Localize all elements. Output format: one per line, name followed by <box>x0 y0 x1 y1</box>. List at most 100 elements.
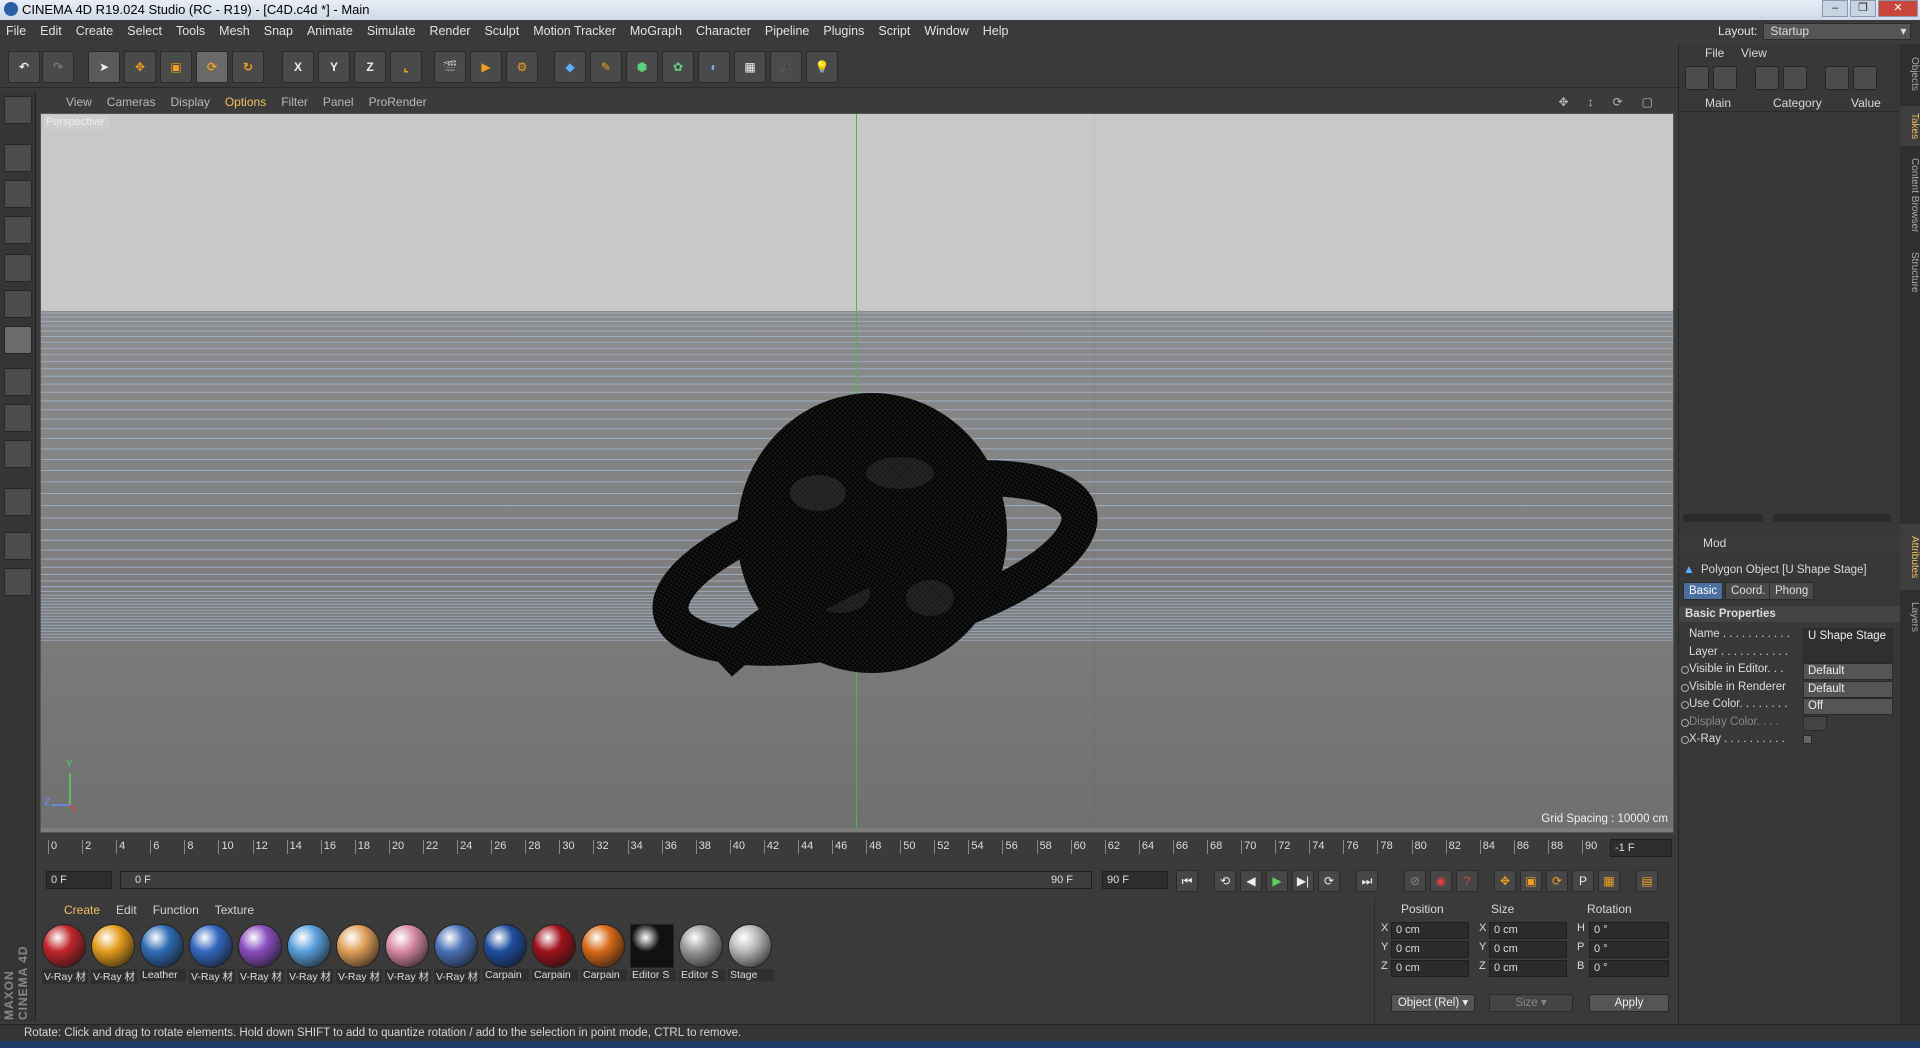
model-mode-icon[interactable] <box>4 144 32 172</box>
viewport-menu-cameras[interactable]: Cameras <box>107 95 156 109</box>
frame-range-slider[interactable]: 0 F 90 F <box>120 871 1092 889</box>
polygons-mode-icon[interactable] <box>4 326 32 354</box>
workplane-lock-icon[interactable] <box>4 532 32 560</box>
key-scale-icon[interactable]: ▣ <box>1520 870 1542 892</box>
side-tab-structure[interactable]: Structure <box>1900 244 1920 300</box>
previous-frame-icon[interactable]: ◀ <box>1240 870 1262 892</box>
make-editable-icon[interactable] <box>4 96 32 124</box>
attribute-dropdown[interactable]: Default <box>1803 680 1893 698</box>
material-menu-function[interactable]: Function <box>153 903 199 917</box>
viewport-menu-prorender[interactable]: ProRender <box>369 95 427 109</box>
menu-plugins[interactable]: Plugins <box>823 24 864 38</box>
size-mode-dropdown[interactable]: Size ▾ <box>1489 994 1573 1012</box>
tab-phong[interactable]: Phong <box>1769 582 1815 600</box>
menu-render[interactable]: Render <box>429 24 470 38</box>
scale-icon[interactable]: ▣ <box>160 51 192 83</box>
menu-edit[interactable]: Edit <box>40 24 62 38</box>
take-override-icon[interactable] <box>1713 66 1737 90</box>
menu-pipeline[interactable]: Pipeline <box>765 24 809 38</box>
redo-icon[interactable]: ↷ <box>42 51 74 83</box>
animate-radio-icon[interactable] <box>1681 683 1689 692</box>
menu-motion-tracker[interactable]: Motion Tracker <box>533 24 616 38</box>
rotation-field[interactable]: 0 ° <box>1589 941 1669 958</box>
timeline-ruler[interactable]: 0 2 4 6 8 10 12 14 16 18 20 22 24 26 28 30 32 34 36 38 40 42 4… <box>40 838 1674 858</box>
key-parameter-icon[interactable]: P <box>1572 870 1594 892</box>
material-menu-texture[interactable]: Texture <box>215 903 254 917</box>
menu-script[interactable]: Script <box>878 24 910 38</box>
magnet-icon[interactable] <box>4 488 32 516</box>
material-swatch[interactable]: V-Ray 材 <box>287 924 333 986</box>
maximize-view-icon[interactable]: ▢ <box>1642 95 1653 109</box>
animate-radio-icon[interactable] <box>1681 666 1689 674</box>
objects-menu-view[interactable]: View <box>1741 46 1767 60</box>
material-swatch[interactable]: V-Ray 材 <box>238 924 284 986</box>
key-pla-icon[interactable]: ▦ <box>1598 870 1620 892</box>
move-view-icon[interactable]: ✥ <box>1559 95 1569 109</box>
go-to-start-icon[interactable]: ⏮ <box>1176 870 1198 892</box>
material-menu-create[interactable]: Create <box>64 903 100 917</box>
go-to-end-icon[interactable]: ⏭ <box>1356 870 1378 892</box>
coordinate-system-icon[interactable]: ⌞ <box>390 51 422 83</box>
points-mode-icon[interactable] <box>4 254 32 282</box>
play-icon[interactable]: ▶ <box>1266 870 1288 892</box>
material-swatch[interactable]: V-Ray 材 <box>434 924 480 986</box>
material-swatch[interactable]: Carpain <box>532 924 578 986</box>
material-swatch[interactable]: Carpain <box>483 924 529 986</box>
maximize-icon[interactable]: ❐ <box>1850 0 1876 17</box>
menu-help[interactable]: Help <box>983 24 1009 38</box>
menu-character[interactable]: Character <box>696 24 751 38</box>
takes-scrollbar-right[interactable] <box>1773 514 1891 522</box>
axis-y-button[interactable]: Y <box>318 51 350 83</box>
menu-mograph[interactable]: MoGraph <box>630 24 682 38</box>
axis-z-button[interactable]: Z <box>354 51 386 83</box>
take-render-icon[interactable] <box>1825 66 1849 90</box>
material-swatch[interactable]: Editor S <box>679 924 725 986</box>
previous-key-icon[interactable]: ⟲ <box>1214 870 1236 892</box>
select-arrow-icon[interactable]: ➤ <box>88 51 120 83</box>
menu-animate[interactable]: Animate <box>307 24 353 38</box>
attribute-text-field[interactable] <box>1803 645 1893 663</box>
tweak-mode-icon[interactable] <box>4 404 32 432</box>
snap-s-icon[interactable] <box>4 440 32 468</box>
material-swatch[interactable]: Carpain <box>581 924 627 986</box>
side-tab-takes[interactable]: Takes <box>1900 106 1920 146</box>
menu-file[interactable]: File <box>6 24 26 38</box>
display-color-swatch[interactable] <box>1803 715 1827 731</box>
attribute-dropdown[interactable]: Off <box>1803 698 1893 715</box>
attributes-mode-menu[interactable]: Mod <box>1703 536 1726 550</box>
next-key-icon[interactable]: ⟳ <box>1318 870 1340 892</box>
animate-radio-icon[interactable] <box>1681 701 1689 709</box>
attribute-dropdown[interactable]: Default <box>1803 663 1893 680</box>
viewport-menu-options[interactable]: Options <box>225 95 266 109</box>
start-frame-field[interactable]: 0 F <box>46 871 112 889</box>
attribute-text-field[interactable]: U Shape Stage <box>1803 628 1893 645</box>
rotation-field[interactable]: 0 ° <box>1589 960 1669 977</box>
position-field[interactable]: 0 cm <box>1391 922 1469 939</box>
menu-simulate[interactable]: Simulate <box>367 24 416 38</box>
light-icon[interactable]: 💡 <box>806 51 838 83</box>
render-view-icon[interactable]: 🎬 <box>434 51 466 83</box>
objects-menu-file[interactable]: File <box>1705 46 1724 60</box>
pen-spline-icon[interactable]: ✎ <box>590 51 622 83</box>
timeline-window-icon[interactable]: ▤ <box>1636 870 1658 892</box>
menu-create[interactable]: Create <box>76 24 114 38</box>
axis-x-button[interactable]: X <box>282 51 314 83</box>
workplane-grid-icon[interactable] <box>4 568 32 596</box>
workplane-mode-icon[interactable] <box>4 216 32 244</box>
animate-radio-icon[interactable] <box>1681 736 1689 744</box>
recent-tool-icon[interactable]: ↻ <box>232 51 264 83</box>
animate-radio-icon[interactable] <box>1681 718 1689 727</box>
apply-button[interactable]: Apply <box>1589 994 1669 1012</box>
cube-icon[interactable]: ◆ <box>554 51 586 83</box>
autokey-icon[interactable]: ? <box>1456 870 1478 892</box>
take-settings-icon[interactable] <box>1853 66 1877 90</box>
viewport-menu-view[interactable]: View <box>66 95 92 109</box>
viewport-menu-filter[interactable]: Filter <box>281 95 308 109</box>
cloner-icon[interactable]: ✿ <box>662 51 694 83</box>
rotate-view-icon[interactable]: ⟳ <box>1613 95 1623 109</box>
viewport-perspective[interactable]: Perspective Y Z Grid Spacing : 10000 cm <box>40 113 1674 833</box>
close-icon[interactable]: ✕ <box>1878 0 1918 17</box>
rotate-icon[interactable]: ⟳ <box>196 51 228 83</box>
edges-mode-icon[interactable] <box>4 290 32 318</box>
subdivision-icon[interactable]: ⬢ <box>626 51 658 83</box>
